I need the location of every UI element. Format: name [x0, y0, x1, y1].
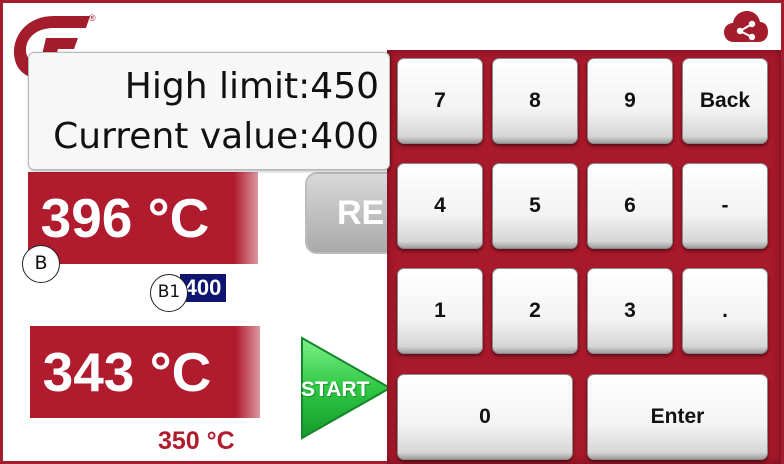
value-info-panel: High limit:450 Current value:400 [28, 52, 390, 170]
key-back[interactable]: Back [682, 58, 768, 144]
numeric-keypad: 7 8 9 Back 4 5 6 - 1 2 3 . 0 Enter [387, 50, 781, 464]
key-2[interactable]: 2 [492, 268, 578, 354]
callout-b: B [22, 245, 60, 283]
zone1-display-highlight [234, 172, 258, 264]
key-decimal[interactable]: . [682, 268, 768, 354]
registered-mark: ® [89, 13, 96, 23]
callout-b1: B1 [150, 274, 188, 312]
key-6[interactable]: 6 [587, 163, 673, 249]
key-1[interactable]: 1 [397, 268, 483, 354]
key-9[interactable]: 9 [587, 58, 673, 144]
key-0[interactable]: 0 [397, 374, 573, 460]
zone2-display-highlight [236, 326, 260, 418]
key-5[interactable]: 5 [492, 163, 578, 249]
key-enter[interactable]: Enter [587, 374, 768, 460]
zone2-temperature-value: 343 °C [42, 340, 212, 403]
high-limit-text: High limit:450 [124, 66, 379, 107]
key-7[interactable]: 7 [397, 58, 483, 144]
zone1-temperature-value: 396 °C [40, 186, 210, 249]
zone2-temperature-display[interactable]: 343 °C [30, 326, 260, 418]
start-button[interactable] [300, 336, 392, 440]
cloud-share-icon[interactable] [724, 10, 768, 44]
current-value-text: Current value:400 [53, 116, 379, 157]
zone1-temperature-display[interactable]: 396 °C [28, 172, 258, 264]
zone2-setpoint-value[interactable]: 350 °C [158, 426, 235, 456]
key-4[interactable]: 4 [397, 163, 483, 249]
key-3[interactable]: 3 [587, 268, 673, 354]
key-minus[interactable]: - [682, 163, 768, 249]
key-8[interactable]: 8 [492, 58, 578, 144]
